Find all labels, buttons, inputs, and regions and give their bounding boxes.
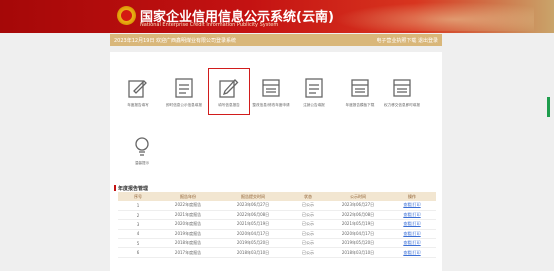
cell-year: 2018年度报告 xyxy=(158,238,218,249)
cell-status: 已公示 xyxy=(288,210,328,221)
cell-publish-date: 2023年06月27日 xyxy=(328,201,388,211)
menu-item-7[interactable]: 权力移交信息即时填报 xyxy=(380,77,424,108)
table-row: 2 2021年度报告 2022年06月08日 已公示 2022年06月08日 查… xyxy=(118,210,436,221)
welcome-text: 2023年12月19日 欢迎广西鑫明煤业有限公司登录系统 xyxy=(114,38,237,44)
view-print-link[interactable]: 查看|打印 xyxy=(388,247,436,258)
menu-item-8[interactable]: 温馨提示 xyxy=(120,135,164,166)
cell-status: 已公示 xyxy=(288,201,328,211)
cell-submit-date: 2019年05月20日 xyxy=(218,238,288,249)
menu-item-label: 填写信息报告 xyxy=(218,103,240,107)
col-header: 报告年份 xyxy=(158,192,218,201)
menu-item-label: 年度报告填写 xyxy=(127,103,149,107)
cell-index: 1 xyxy=(118,201,158,211)
menu-item-label: 权力移交信息即时填报 xyxy=(384,103,420,107)
table-row: 4 2019年度报告 2020年04月17日 已公示 2020年04月17日 查… xyxy=(118,229,436,240)
cell-submit-date: 2020年04月17日 xyxy=(218,229,288,240)
cell-status: 已公示 xyxy=(288,247,328,258)
table-row: 5 2018年度报告 2019年05月20日 已公示 2019年05月20日 查… xyxy=(118,238,436,249)
cell-status: 已公示 xyxy=(288,229,328,240)
cell-index: 3 xyxy=(118,219,158,230)
document-list-icon xyxy=(175,78,193,98)
menu-item-6[interactable]: 年度报告模板下载 xyxy=(338,77,382,108)
cell-year: 2022年度报告 xyxy=(158,201,218,211)
edit-pen-icon xyxy=(219,79,239,98)
cell-submit-date: 2018年03月10日 xyxy=(218,247,288,258)
table-row: 3 2020年度报告 2021年05月19日 已公示 2021年05月19日 查… xyxy=(118,219,436,230)
cell-index: 4 xyxy=(118,229,158,240)
scrollbar-thumb[interactable] xyxy=(547,97,550,117)
view-print-link[interactable]: 查看|打印 xyxy=(388,229,436,240)
cell-status: 已公示 xyxy=(288,238,328,249)
user-actions[interactable]: 电子营业执照下载 退出登录 xyxy=(376,37,438,44)
menu-item-label: 年度报告模板下载 xyxy=(345,103,375,107)
section-title: 年度报告管理 xyxy=(114,185,148,192)
cell-index: 6 xyxy=(118,247,158,258)
document-lines-icon xyxy=(393,79,411,97)
col-header: 序号 xyxy=(118,192,158,201)
cell-publish-date: 2018年03月10日 xyxy=(328,247,388,258)
menu-item-1[interactable]: 年度报告填写 xyxy=(116,77,160,108)
cell-submit-date: 2023年06月27日 xyxy=(218,201,288,211)
menu-item-label: 温馨提示 xyxy=(134,161,150,165)
cell-publish-date: 2020年04月17日 xyxy=(328,229,388,240)
cell-year: 2017年度报告 xyxy=(158,247,218,258)
site-subtitle: National Enterprise Credit Information P… xyxy=(140,22,279,28)
view-print-link[interactable]: 查看|打印 xyxy=(388,210,436,221)
cell-submit-date: 2022年06月08日 xyxy=(218,210,288,221)
cell-index: 2 xyxy=(118,210,158,221)
view-print-link[interactable]: 查看|打印 xyxy=(388,238,436,249)
menu-item-5[interactable]: 注销公告填报 xyxy=(292,77,336,108)
cell-year: 2020年度报告 xyxy=(158,219,218,230)
col-header: 报告提交时间 xyxy=(218,192,288,201)
annual-report-table: 序号 报告年份 报告提交时间 状态 公示时间 操作 1 2022年度报告 202… xyxy=(118,192,436,258)
document-lines-icon xyxy=(262,79,280,97)
menu-item-label: 整改信息/修改年度申请 xyxy=(252,103,290,107)
national-emblem-icon xyxy=(117,6,136,25)
col-header: 公示时间 xyxy=(328,192,388,201)
table-header-row: 序号 报告年份 报告提交时间 状态 公示时间 操作 xyxy=(118,192,436,201)
cell-publish-date: 2021年05月19日 xyxy=(328,219,388,230)
site-header: 国家企业信用信息公示系统(云南) National Enterprise Cre… xyxy=(0,0,554,33)
col-header: 状态 xyxy=(288,192,328,201)
cell-publish-date: 2019年05月20日 xyxy=(328,238,388,249)
cell-status: 已公示 xyxy=(288,219,328,230)
view-print-link[interactable]: 查看|打印 xyxy=(388,219,436,230)
header-decoration xyxy=(334,2,534,31)
report-edit-icon xyxy=(128,80,147,98)
view-print-link[interactable]: 查看|打印 xyxy=(388,201,436,211)
lightbulb-icon xyxy=(135,137,149,156)
document-lines-icon xyxy=(351,79,369,97)
cell-year: 2019年度报告 xyxy=(158,229,218,240)
cell-publish-date: 2022年06月08日 xyxy=(328,210,388,221)
cell-submit-date: 2021年05月19日 xyxy=(218,219,288,230)
col-header: 操作 xyxy=(388,192,436,201)
user-info-bar: 2023年12月19日 欢迎广西鑫明煤业有限公司登录系统 电子营业执照下载 退出… xyxy=(110,34,442,46)
cell-index: 5 xyxy=(118,238,158,249)
menu-item-label: 注销公告填报 xyxy=(303,103,325,107)
document-list-icon xyxy=(305,78,323,98)
menu-item-2[interactable]: 即时信息公示信息填报 xyxy=(162,77,206,108)
table-row: 6 2017年度报告 2018年03月10日 已公示 2018年03月10日 查… xyxy=(118,247,436,258)
menu-item-label: 即时信息公示信息填报 xyxy=(166,103,202,107)
menu-item-3[interactable]: 填写信息报告 xyxy=(207,77,251,108)
cell-year: 2021年度报告 xyxy=(158,210,218,221)
menu-item-4[interactable]: 整改信息/修改年度申请 xyxy=(249,77,293,108)
table-row: 1 2022年度报告 2023年06月27日 已公示 2023年06月27日 查… xyxy=(118,201,436,211)
